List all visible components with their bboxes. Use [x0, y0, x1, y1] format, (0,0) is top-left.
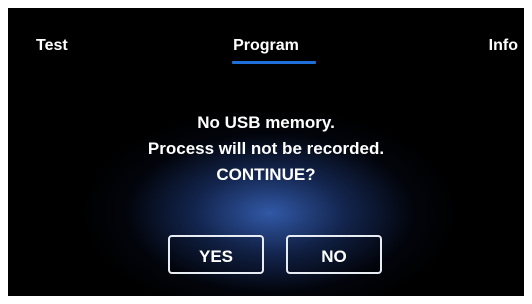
- dialog-message-line-1: No USB memory.: [197, 113, 335, 132]
- dialog-message-line-2: Process will not be recorded.: [147, 139, 385, 158]
- tab-program[interactable]: Program: [8, 36, 524, 56]
- no-button[interactable]: NO: [286, 235, 382, 274]
- dialog-prompt: CONTINUE?: [216, 165, 316, 184]
- active-tab-indicator: [232, 61, 316, 64]
- yes-button[interactable]: YES: [168, 235, 264, 274]
- device-screen: Test Program Info No USB memory. Process…: [8, 8, 524, 296]
- tab-info[interactable]: Info: [489, 36, 518, 56]
